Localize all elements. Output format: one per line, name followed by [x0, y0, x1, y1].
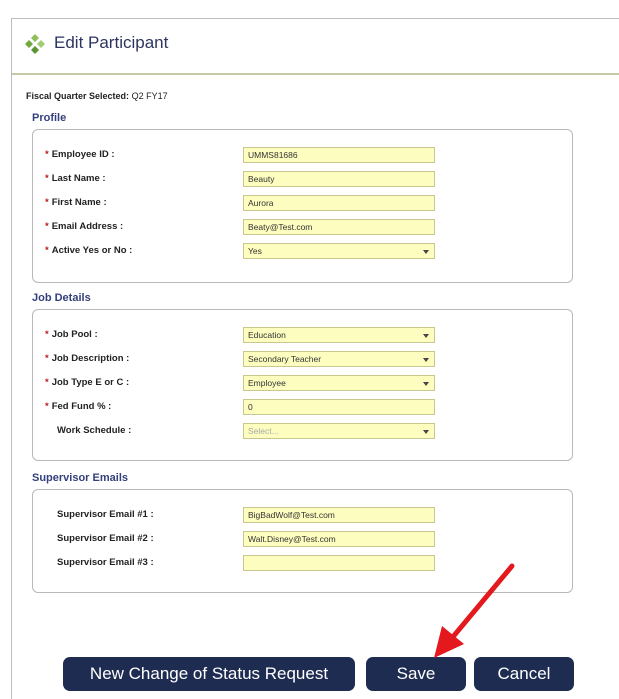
required-marker: *	[45, 353, 49, 364]
supervisor-email-2-row: Supervisor Email #2 : Walt.Disney@Test.c…	[33, 531, 572, 549]
chevron-down-icon	[423, 430, 429, 434]
work-schedule-row: Work Schedule : Select...	[33, 423, 572, 441]
active-label: * Active Yes or No :	[45, 245, 132, 256]
required-marker: *	[45, 401, 49, 412]
required-marker: *	[45, 197, 49, 208]
chevron-down-icon	[423, 250, 429, 254]
required-marker: *	[45, 221, 49, 232]
employee-id-input[interactable]: UMMS81686	[243, 147, 435, 163]
supervisor-email-2-input[interactable]: Walt.Disney@Test.com	[243, 531, 435, 547]
chevron-down-icon	[423, 382, 429, 386]
job-pool-label: * Job Pool :	[45, 329, 98, 340]
header-divider	[12, 73, 619, 75]
job-description-label-text: Job Description :	[51, 353, 130, 364]
fiscal-quarter-label: Fiscal Quarter Selected:	[26, 91, 130, 101]
cancel-button[interactable]: Cancel	[474, 657, 574, 691]
employee-id-label-text: Employee ID :	[51, 149, 115, 160]
profile-box: * Employee ID : UMMS81686 * Last Name : Be…	[32, 129, 573, 283]
required-marker: *	[45, 377, 49, 388]
job-description-select-value: Secondary Teacher	[248, 354, 322, 364]
fed-fund-row: * Fed Fund % : 0	[33, 399, 572, 417]
panel-header: Edit Participant	[12, 19, 619, 75]
supervisor-email-1-input[interactable]: BigBadWolf@Test.com	[243, 507, 435, 523]
job-details-box: * Job Pool : Education * Job Description :…	[32, 309, 573, 461]
fiscal-quarter-info: Fiscal Quarter Selected: Q2 FY17	[26, 91, 168, 101]
first-name-label-text: First Name :	[51, 197, 107, 208]
email-label: * Email Address :	[45, 221, 123, 232]
job-type-row: * Job Type E or C : Employee	[33, 375, 572, 393]
last-name-label: * Last Name :	[45, 173, 106, 184]
fed-fund-label: * Fed Fund % :	[45, 401, 111, 412]
job-pool-row: * Job Pool : Education	[33, 327, 572, 345]
last-name-input[interactable]: Beauty	[243, 171, 435, 187]
save-button[interactable]: Save	[366, 657, 466, 691]
fed-fund-input[interactable]: 0	[243, 399, 435, 415]
chevron-down-icon	[423, 358, 429, 362]
profile-section-title: Profile	[32, 112, 67, 124]
first-name-input[interactable]: Aurora	[243, 195, 435, 211]
first-name-row: * First Name : Aurora	[33, 195, 572, 213]
employee-id-row: * Employee ID : UMMS81686	[33, 147, 572, 165]
job-pool-select[interactable]: Education	[243, 327, 435, 343]
active-select-value: Yes	[248, 246, 262, 256]
supervisor-email-3-label: Supervisor Email #3 :	[57, 557, 154, 568]
email-input[interactable]: Beaty@Test.com	[243, 219, 435, 235]
last-name-label-text: Last Name :	[51, 173, 106, 184]
active-row: * Active Yes or No : Yes	[33, 243, 572, 261]
first-name-label: * First Name :	[45, 197, 107, 208]
edit-participant-panel: Edit Participant Fiscal Quarter Selected…	[11, 18, 619, 699]
supervisor-email-1-label: Supervisor Email #1 :	[57, 509, 154, 520]
job-type-label: * Job Type E or C :	[45, 377, 129, 388]
email-row: * Email Address : Beaty@Test.com	[33, 219, 572, 237]
new-change-of-status-request-button[interactable]: New Change of Status Request	[63, 657, 355, 691]
active-label-text: Active Yes or No :	[51, 245, 133, 256]
job-type-label-text: Job Type E or C :	[51, 377, 130, 388]
page-title: Edit Participant	[54, 33, 169, 52]
job-type-select-value: Employee	[248, 378, 286, 388]
employee-id-label: * Employee ID :	[45, 149, 115, 160]
job-type-select[interactable]: Employee	[243, 375, 435, 391]
job-description-select[interactable]: Secondary Teacher	[243, 351, 435, 367]
job-description-row: * Job Description : Secondary Teacher	[33, 351, 572, 369]
chevron-down-icon	[423, 334, 429, 338]
fed-fund-label-text: Fed Fund % :	[51, 401, 112, 412]
supervisor-email-2-label: Supervisor Email #2 :	[57, 533, 154, 544]
work-schedule-label: Work Schedule :	[57, 425, 132, 436]
fiscal-quarter-value: Q2 FY17	[131, 91, 168, 101]
supervisor-email-3-input[interactable]	[243, 555, 435, 571]
work-schedule-placeholder: Select...	[248, 426, 279, 436]
required-marker: *	[45, 329, 49, 340]
last-name-row: * Last Name : Beauty	[33, 171, 572, 189]
supervisor-email-1-row: Supervisor Email #1 : BigBadWolf@Test.co…	[33, 507, 572, 525]
email-label-text: Email Address :	[51, 221, 124, 232]
green-diamond-cluster-icon	[25, 34, 45, 54]
job-details-section-title: Job Details	[32, 292, 91, 304]
red-arrow-icon	[434, 563, 515, 658]
job-pool-select-value: Education	[248, 330, 286, 340]
work-schedule-select[interactable]: Select...	[243, 423, 435, 439]
job-description-label: * Job Description :	[45, 353, 129, 364]
required-marker: *	[45, 173, 49, 184]
active-select[interactable]: Yes	[243, 243, 435, 259]
supervisor-section-title: Supervisor Emails	[32, 472, 128, 484]
job-pool-label-text: Job Pool :	[51, 329, 98, 340]
required-marker: *	[45, 245, 49, 256]
required-marker: *	[45, 149, 49, 160]
